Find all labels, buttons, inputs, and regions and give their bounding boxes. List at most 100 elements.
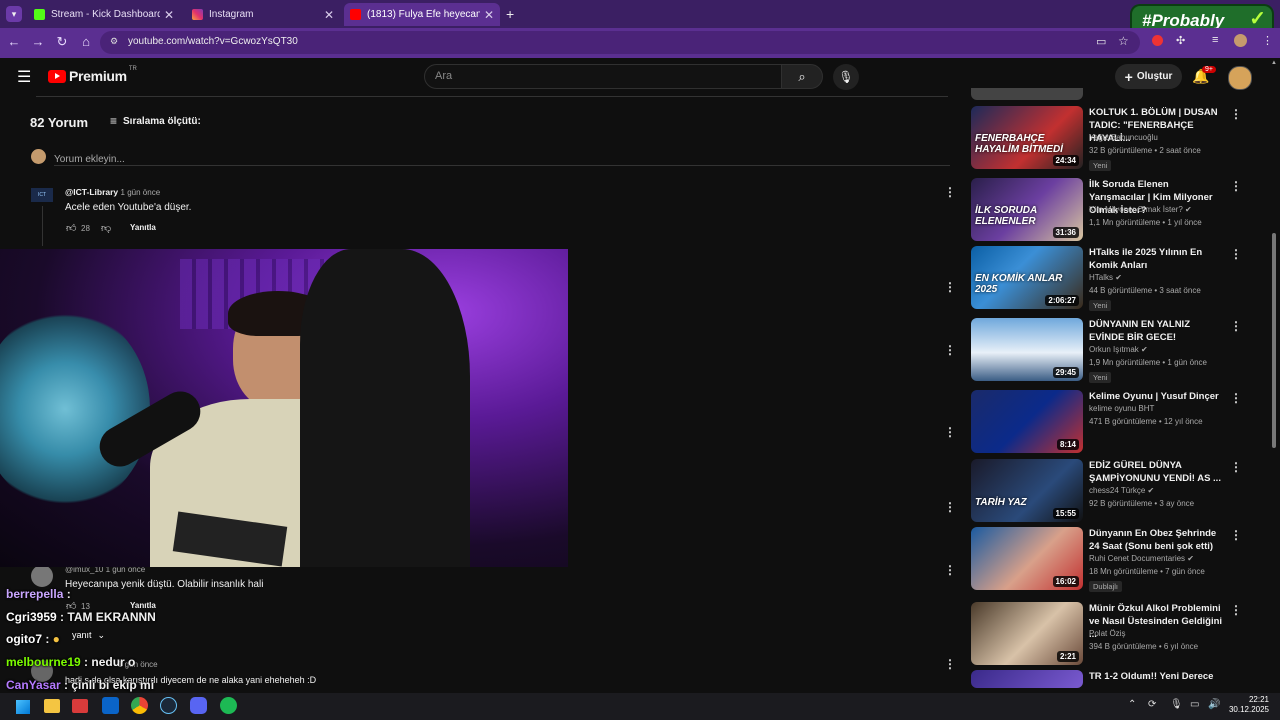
extension-icon[interactable]: [1152, 35, 1163, 46]
search-input[interactable]: Ara: [424, 64, 782, 89]
channel-name[interactable]: Yağız Sabuncuoğlu: [1089, 133, 1158, 142]
video-thumbnail[interactable]: EN KOMİK ANLAR 2025 2:06:27: [971, 246, 1083, 309]
profile-avatar[interactable]: [1234, 34, 1247, 47]
clock-time[interactable]: 22:21: [1245, 695, 1269, 704]
close-icon[interactable]: ✕: [324, 8, 334, 22]
video-thumbnail[interactable]: TARİH YAZ 15:55: [971, 459, 1083, 522]
video-stats: 44 B görüntüleme • 3 saat önce: [1089, 286, 1201, 295]
install-app-icon[interactable]: ▭: [1096, 35, 1106, 48]
search-button[interactable]: ⌕: [781, 64, 823, 89]
reply-button[interactable]: Yanıtla: [130, 223, 156, 232]
comment-menu-icon[interactable]: ⋮: [944, 657, 956, 671]
reply-button[interactable]: Yanıtla: [130, 601, 156, 610]
video-menu-icon[interactable]: ⋮: [1230, 107, 1242, 121]
channel-name[interactable]: chess24 Türkçe ✔: [1089, 486, 1154, 495]
comment-menu-icon[interactable]: ⋮: [944, 500, 956, 514]
file-explorer-icon[interactable]: [44, 699, 60, 713]
volume-icon[interactable]: 🔊: [1208, 699, 1220, 710]
video-title[interactable]: TR 1-2 Oldum!! Yeni Derece: [1089, 670, 1225, 683]
channel-name[interactable]: HTalks ✔: [1089, 273, 1122, 282]
create-label: Oluştur: [1136, 71, 1173, 82]
tab-search-button[interactable]: ▾: [6, 6, 22, 22]
clock-date[interactable]: 30.12.2025: [1226, 705, 1269, 714]
display-icon[interactable]: ▭: [1190, 699, 1199, 710]
channel-name[interactable]: Polat Öziş: [1089, 629, 1125, 638]
video-menu-icon[interactable]: ⋮: [1230, 528, 1242, 542]
extensions-puzzle-icon[interactable]: ✣: [1176, 34, 1185, 47]
video-thumbnail[interactable]: 2:21: [971, 602, 1083, 665]
start-button[interactable]: [16, 700, 30, 714]
video-title[interactable]: Dünyanın En Obez Şehrinde 24 Saat (Sonu …: [1089, 527, 1225, 553]
replies-toggle[interactable]: yanıt ⌄: [72, 630, 105, 641]
video-title[interactable]: DÜNYANIN EN YALNIZ EVİNDE BİR GECE!: [1089, 318, 1225, 344]
close-icon[interactable]: ✕: [484, 8, 494, 22]
video-title[interactable]: Kelime Oyunu | Yusuf Dinçer: [1089, 390, 1225, 403]
comment-menu-icon[interactable]: ⋮: [944, 425, 956, 439]
discord-icon[interactable]: [190, 697, 207, 714]
comment-author[interactable]: @ICT-Library 1 gün önce: [65, 187, 160, 197]
video-title[interactable]: EDİZ GÜREL DÜNYA ŞAMPİYONUNU YENDİ! AS .…: [1089, 459, 1225, 485]
page-scrollbar[interactable]: ▲: [1270, 60, 1278, 692]
video-menu-icon[interactable]: ⋮: [1230, 603, 1242, 617]
video-menu-icon[interactable]: ⋮: [1230, 179, 1242, 193]
sidebar-top-partial-thumb[interactable]: [971, 88, 1083, 100]
back-icon[interactable]: ←: [6, 34, 22, 49]
reload-icon[interactable]: ↻: [54, 34, 70, 50]
video-thumbnail[interactable]: 29:45: [971, 318, 1083, 381]
steam-icon[interactable]: [160, 697, 177, 714]
christmas-tree: [0, 309, 150, 509]
scroll-up-arrow[interactable]: ▲: [1271, 60, 1277, 66]
video-thumbnail[interactable]: 8:14: [971, 390, 1083, 453]
url-text[interactable]: youtube.com/watch?v=GcwozYsQT30: [128, 36, 298, 47]
voice-search-button[interactable]: 🎙: [833, 64, 859, 90]
tray-app-icon[interactable]: ⟳: [1148, 699, 1156, 710]
comment-avatar[interactable]: [31, 565, 53, 587]
video-title[interactable]: HTalks ile 2025 Yılının En Komik Anları: [1089, 246, 1225, 272]
comment-menu-icon[interactable]: ⋮: [944, 280, 956, 294]
channel-name[interactable]: Ruhi Cenet Documentaries ✔: [1089, 554, 1194, 563]
tab-instagram[interactable]: Instagram ✕: [186, 3, 340, 26]
create-button[interactable]: + Oluştur: [1115, 64, 1182, 89]
video-menu-icon[interactable]: ⋮: [1230, 460, 1242, 474]
spotify-icon[interactable]: [220, 697, 237, 714]
media-control-icon[interactable]: ≡: [1212, 34, 1218, 46]
site-info-icon[interactable]: ⚙: [110, 36, 118, 47]
home-icon[interactable]: ⌂: [78, 34, 94, 49]
like-icon[interactable]: 👍︎: [66, 222, 76, 234]
app-icon[interactable]: [72, 699, 88, 713]
thumbnail-text: FENERBAHÇE HAYALİM BİTMEDİ: [975, 133, 1063, 155]
youtube-logo[interactable]: Premium TR: [48, 66, 137, 84]
comment-menu-icon[interactable]: ⋮: [944, 343, 956, 357]
outlook-icon[interactable]: [102, 697, 119, 714]
video-thumbnail[interactable]: 16:02: [971, 527, 1083, 590]
chrome-icon[interactable]: [131, 697, 148, 714]
microphone-tray-icon[interactable]: 🎙: [1170, 699, 1183, 710]
comment-menu-icon[interactable]: ⋮: [944, 563, 956, 577]
browser-menu-icon[interactable]: ⋮: [1262, 34, 1273, 47]
video-menu-icon[interactable]: ⋮: [1230, 247, 1242, 261]
video-thumbnail[interactable]: İLK SORUDA ELENENLER 31:36: [971, 178, 1083, 241]
channel-name[interactable]: kelime oyunu BHT: [1089, 404, 1154, 413]
comment-menu-icon[interactable]: ⋮: [944, 185, 956, 199]
new-tab-button[interactable]: +: [506, 6, 514, 22]
dislike-icon[interactable]: 👎︎: [101, 222, 111, 234]
account-avatar[interactable]: [1228, 66, 1252, 90]
close-icon[interactable]: ✕: [164, 8, 174, 22]
comment-avatar[interactable]: ICT: [31, 188, 53, 202]
video-menu-icon[interactable]: ⋮: [1230, 319, 1242, 333]
video-thumbnail[interactable]: FENERBAHÇE HAYALİM BİTMEDİ 24:34: [971, 106, 1083, 169]
tray-chevron-icon[interactable]: ⌃: [1128, 699, 1136, 710]
scrollbar-thumb[interactable]: [1272, 233, 1276, 448]
tab-kick-dashboard[interactable]: Stream - Kick Dashboard ✕: [28, 3, 180, 26]
video-thumbnail[interactable]: [971, 670, 1083, 688]
tab-youtube[interactable]: (1813) Fulya Efe heyecandan ili ✕: [344, 3, 500, 26]
forward-icon[interactable]: →: [30, 34, 46, 49]
chat-text: TAM EKRANNN: [67, 610, 156, 624]
video-menu-icon[interactable]: ⋮: [1230, 391, 1242, 405]
add-comment-input[interactable]: Yorum ekleyin...: [54, 149, 950, 166]
hamburger-menu-icon[interactable]: ☰: [17, 67, 31, 87]
sort-button[interactable]: ≡ Sıralama ölçütü:: [110, 114, 201, 128]
channel-name[interactable]: Kim Milyoner Olmak İster? ✔: [1089, 205, 1192, 214]
channel-name[interactable]: Orkun Işıtmak ✔: [1089, 345, 1148, 354]
bookmark-star-icon[interactable]: ☆: [1118, 34, 1129, 48]
